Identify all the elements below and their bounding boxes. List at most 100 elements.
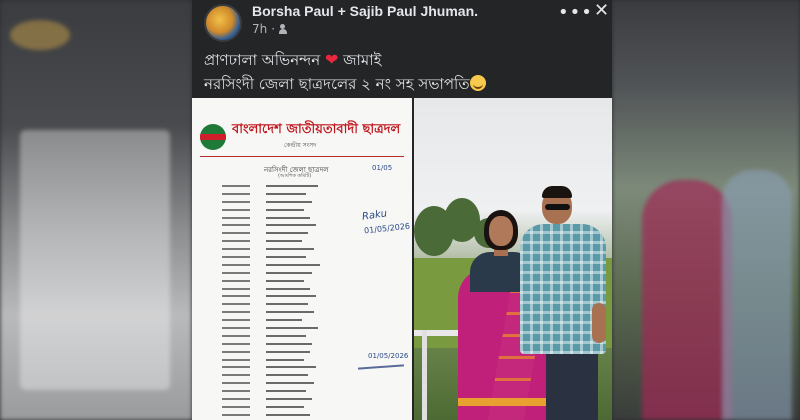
member-name-line (266, 279, 304, 282)
committee-member-row (222, 247, 392, 255)
member-role-line (222, 311, 250, 314)
member-role-line (222, 303, 250, 306)
document-org-title: বাংলাদেশ জাতীয়তাবাদী ছাত্রদল (232, 122, 401, 137)
committee-member-row (222, 358, 392, 366)
committee-member-row (222, 397, 392, 405)
member-role-line (222, 382, 250, 385)
member-role-line (222, 334, 250, 337)
post-text-line-1: প্রাণঢালা অভিনন্দন ❤ জামাই (204, 48, 486, 72)
post-header: Borsha Paul + Sajib Paul Jhuman. 7h · ••… (192, 0, 612, 44)
photo-couple[interactable] (414, 98, 612, 420)
chhatra-dal-logo-icon (200, 124, 226, 150)
smile-emoji-icon (469, 75, 486, 91)
member-name-line (266, 240, 302, 243)
member-name-line (266, 390, 306, 393)
member-name-line (266, 295, 316, 298)
member-role-line (222, 327, 250, 330)
member-role-line (222, 279, 250, 282)
committee-member-row (222, 200, 392, 208)
post-meta: 7h · (252, 22, 291, 36)
member-name-line (266, 303, 308, 306)
member-role-line (222, 185, 250, 187)
member-role-line (222, 390, 250, 393)
member-name-line (266, 334, 306, 337)
member-role-line (222, 366, 250, 369)
member-role-line (222, 295, 250, 298)
member-name-line (266, 366, 316, 369)
document-org-subtitle: কেন্দ্রীয় সংসদ (284, 142, 317, 149)
member-name-line (266, 287, 310, 290)
greeting-text: প্রাণঢালা অভিনন্দন (204, 51, 321, 69)
man-pants (546, 350, 598, 420)
committee-member-row (222, 334, 392, 342)
member-name-line (266, 327, 318, 330)
member-role-line (222, 287, 250, 290)
avatar[interactable] (204, 4, 242, 42)
blurred-shape (10, 20, 70, 50)
post-time[interactable]: 7h (252, 22, 267, 36)
member-role-line (222, 319, 250, 322)
railing-post (422, 330, 427, 420)
facebook-post-card: Borsha Paul + Sajib Paul Jhuman. 7h · ••… (192, 0, 612, 420)
member-name-line (266, 358, 304, 361)
member-name-line (266, 413, 310, 416)
friends-icon[interactable] (279, 24, 291, 34)
committee-member-row (222, 389, 392, 397)
member-role-line (222, 358, 250, 361)
member-name-line (266, 256, 306, 259)
committee-member-row (222, 310, 392, 318)
close-icon[interactable]: ✕ (594, 0, 609, 21)
member-role-line (222, 240, 250, 243)
member-name-line (266, 271, 312, 274)
blurred-shape (722, 170, 792, 420)
committee-member-row (222, 255, 392, 263)
post-author[interactable]: Borsha Paul + Sajib Paul Jhuman. (252, 3, 478, 19)
member-name-line (266, 398, 312, 401)
member-role-line (222, 248, 250, 251)
committee-member-row (222, 405, 392, 413)
committee-member-row (222, 350, 392, 358)
committee-member-row (222, 192, 392, 200)
document-divider (200, 156, 404, 157)
more-horizontal-icon[interactable]: ••• (558, 2, 593, 23)
committee-member-row (222, 318, 392, 326)
member-name-line (266, 200, 312, 203)
committee-member-row (222, 302, 392, 310)
member-name-line (266, 192, 306, 195)
member-name-line (266, 185, 318, 187)
man-sunglasses (545, 204, 570, 210)
member-role-line (222, 224, 250, 227)
member-name-line (266, 342, 312, 345)
member-role-line (222, 350, 250, 353)
member-role-line (222, 192, 250, 195)
member-role-line (222, 256, 250, 259)
post-text-line-2: নরসিংদী জেলা ছাত্রদলের ২ নং সহ সভাপতি (204, 72, 486, 96)
man-hair (542, 186, 572, 198)
member-role-line (222, 232, 250, 235)
member-name-line (266, 263, 320, 266)
member-role-line (222, 200, 250, 203)
member-name-line (266, 374, 308, 377)
member-name-line (266, 248, 314, 251)
member-name-line (266, 224, 316, 227)
member-role-line (222, 208, 250, 211)
member-role-line (222, 405, 250, 408)
greeting-text-end: জামাই (343, 51, 382, 69)
committee-member-row (222, 263, 392, 271)
member-role-line (222, 216, 250, 219)
blurred-background-right (612, 0, 800, 420)
document-subheading: (আংশিক কমিটি) (278, 173, 312, 179)
member-name-line (266, 208, 304, 211)
committee-member-row (222, 326, 392, 334)
member-name-line (266, 311, 314, 314)
committee-member-row (222, 413, 392, 420)
committee-member-row (222, 342, 392, 350)
member-name-line (266, 405, 304, 408)
blurred-shape (642, 180, 732, 420)
member-name-line (266, 319, 302, 322)
stamp-date: 01/05/2026 (368, 352, 409, 360)
photo-committee-document[interactable]: বাংলাদেশ জাতীয়তাবাদী ছাত্রদল কেন্দ্রীয়… (192, 98, 412, 420)
committee-member-row (222, 271, 392, 279)
committee-member-row (222, 279, 392, 287)
man-arm (592, 303, 606, 343)
